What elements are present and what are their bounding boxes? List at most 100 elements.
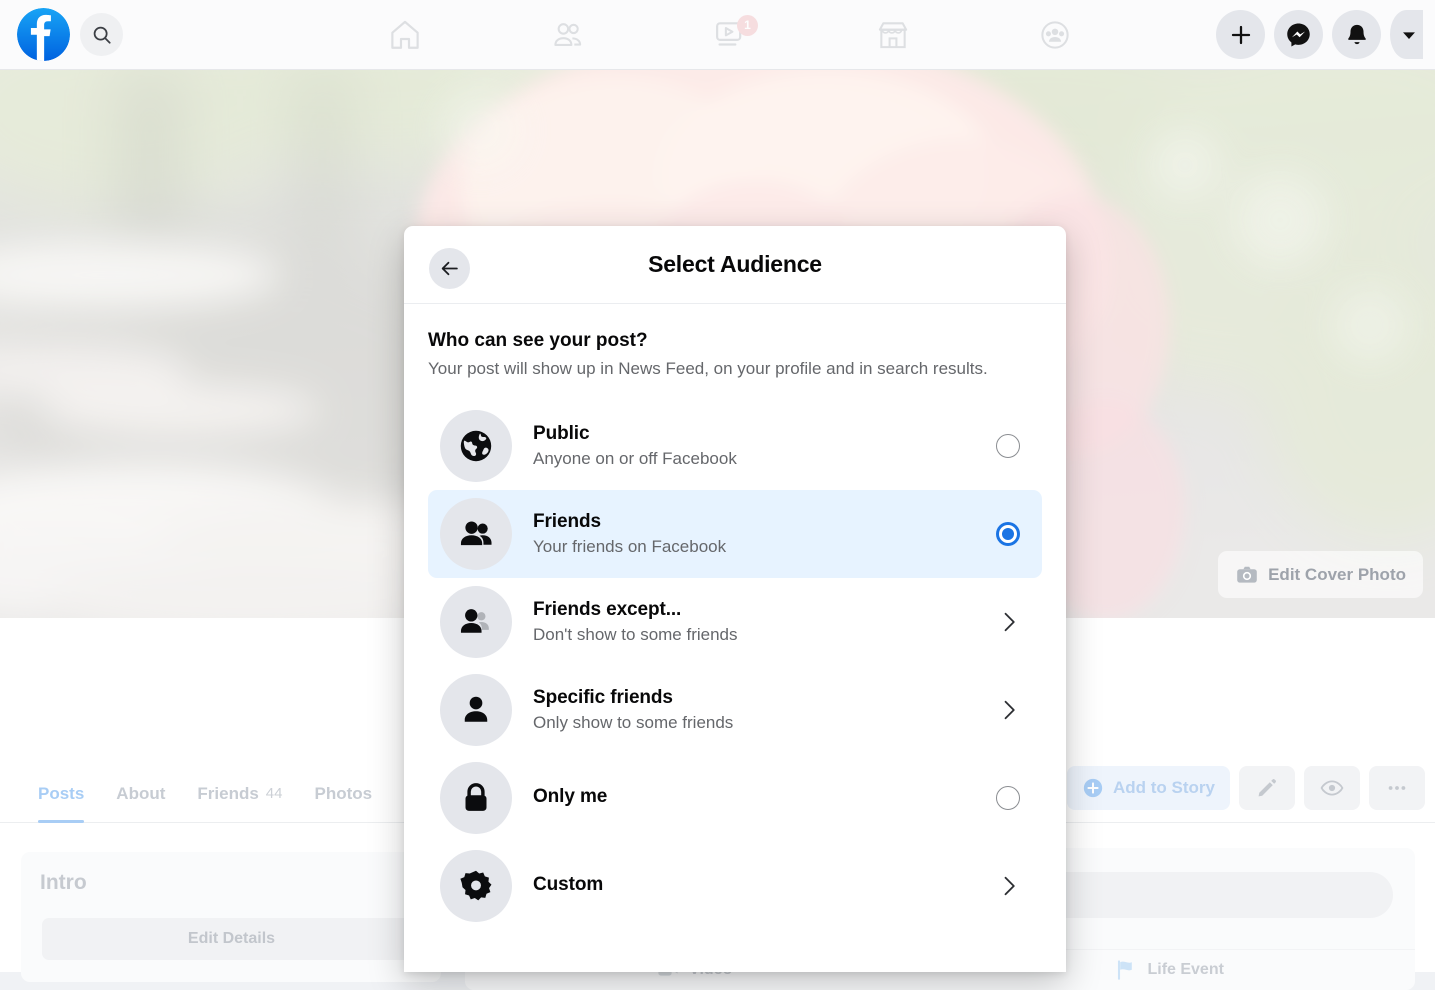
nav-left-group [0, 8, 123, 61]
dialog-title: Select Audience [648, 251, 822, 277]
plus-icon [1231, 25, 1250, 44]
option-icon-wrap-friends-except [440, 586, 512, 658]
option-texts-only-me: Only me [533, 784, 996, 812]
option-label-only-me: Only me [533, 786, 608, 808]
option-texts-friends-except: Friends except... Don't show to some fri… [533, 597, 996, 648]
option-label-specific-friends: Specific friends [533, 686, 673, 708]
nav-tab-watch[interactable]: 1 [675, 7, 785, 63]
audience-option-specific-friends[interactable]: Specific friends Only show to some frien… [428, 666, 1042, 754]
option-radio-public[interactable] [996, 434, 1020, 458]
nav-tab-groups[interactable] [1000, 7, 1110, 63]
option-icon-wrap-public [440, 410, 512, 482]
option-icon-wrap-friends [440, 498, 512, 570]
option-chevron-friends-except[interactable] [996, 609, 1022, 635]
facebook-logo[interactable] [17, 8, 70, 61]
chevron-right-icon [1004, 700, 1015, 720]
option-label-friends: Friends [533, 510, 601, 532]
chevron-right-icon [1004, 612, 1015, 632]
option-radio-only-me[interactable] [996, 786, 1020, 810]
nav-tab-friends[interactable] [513, 7, 623, 63]
composer-action-life-event[interactable]: Life Event [1114, 958, 1224, 982]
camera-icon [1237, 566, 1257, 583]
audience-option-only-me[interactable]: Only me [428, 754, 1042, 842]
friends-icon [460, 521, 492, 546]
option-texts-custom: Custom [533, 872, 996, 900]
edit-details-button[interactable]: Edit Details [42, 918, 421, 960]
more-options-button[interactable] [1369, 766, 1425, 810]
option-label-friends-except: Friends except... [533, 598, 682, 620]
gear-icon [460, 870, 492, 901]
arrow-left-icon [441, 261, 458, 276]
bell-icon [1347, 24, 1366, 44]
profile-tab-photos[interactable]: Photos [298, 765, 388, 823]
edit-profile-button[interactable] [1239, 766, 1295, 810]
globe-icon [460, 430, 492, 462]
option-label-public: Public [533, 422, 590, 444]
add-to-story-button[interactable]: Add to Story [1067, 766, 1230, 810]
audience-option-friends[interactable]: Friends Your friends on Facebook [428, 490, 1042, 578]
option-chevron-custom[interactable] [996, 873, 1022, 899]
marketplace-icon [878, 21, 907, 48]
audience-option-public[interactable]: Public Anyone on or off Facebook [428, 402, 1042, 490]
watch-badge: 1 [737, 14, 758, 36]
option-icon-wrap-only-me [440, 762, 512, 834]
dialog-body: Who can see your post? Your post will sh… [404, 304, 1066, 930]
groups-icon [1041, 20, 1069, 49]
option-radio-friends[interactable] [996, 522, 1020, 546]
nav-tab-marketplace[interactable] [838, 7, 948, 63]
audience-option-custom[interactable]: Custom [428, 842, 1042, 930]
messenger-icon [1287, 23, 1310, 47]
flag-icon [1118, 959, 1133, 980]
edit-cover-photo-label: Edit Cover Photo [1268, 564, 1406, 584]
dialog-header: Select Audience [404, 226, 1066, 304]
account-menu-button[interactable] [1390, 10, 1423, 59]
friends-except-icon [460, 609, 489, 633]
person-icon [464, 696, 488, 722]
chevron-right-icon [1004, 876, 1015, 896]
audience-question-description: Your post will show up in News Feed, on … [428, 359, 988, 378]
profile-action-buttons: Add to Story [1067, 766, 1425, 810]
intro-card: Intro Edit Details [21, 852, 441, 982]
option-desc-friends-except: Don't show to some friends [533, 625, 738, 645]
view-as-button[interactable] [1304, 766, 1360, 810]
add-to-story-label: Add to Story [1113, 778, 1215, 797]
option-icon-wrap-custom [440, 850, 512, 922]
option-label-custom: Custom [533, 874, 604, 896]
profile-tab-posts[interactable]: Posts [22, 765, 100, 823]
option-chevron-specific-friends[interactable] [996, 697, 1022, 723]
option-texts-public: Public Anyone on or off Facebook [533, 421, 996, 472]
option-desc-public: Anyone on or off Facebook [533, 449, 737, 469]
nav-main-tabs: 1 [350, 0, 1110, 69]
notifications-button[interactable] [1332, 10, 1381, 59]
audience-question-title: Who can see your post? [428, 330, 648, 351]
pencil-icon [1258, 779, 1276, 797]
dialog-back-button[interactable] [429, 248, 470, 289]
search-button[interactable] [80, 13, 123, 56]
profile-tab-about-label: About [116, 783, 166, 803]
intro-title: Intro [40, 871, 87, 894]
chevron-down-icon [1403, 31, 1415, 39]
nav-tab-home[interactable] [350, 7, 460, 63]
top-navigation-bar: 1 [0, 0, 1435, 70]
audience-option-friends-except[interactable]: Friends except... Don't show to some fri… [428, 578, 1042, 666]
messenger-button[interactable] [1274, 10, 1323, 59]
composer-action-life-event-label: Life Event [1147, 960, 1224, 978]
nav-right-group [1216, 0, 1423, 69]
profile-tab-about[interactable]: About [100, 765, 181, 823]
friends-icon [553, 22, 581, 46]
profile-tab-friends-label: Friends [197, 783, 259, 803]
search-icon [93, 26, 111, 44]
eye-icon [1320, 780, 1344, 796]
ellipsis-icon [1388, 786, 1406, 790]
profile-tab-friends-count: 44 [265, 785, 283, 802]
option-texts-friends: Friends Your friends on Facebook [533, 509, 996, 560]
edit-cover-photo-button[interactable]: Edit Cover Photo [1218, 551, 1423, 598]
profile-tab-photos-label: Photos [314, 783, 373, 803]
option-texts-specific-friends: Specific friends Only show to some frien… [533, 685, 996, 736]
profile-tab-friends[interactable]: Friends 44 [181, 765, 298, 823]
option-desc-specific-friends: Only show to some friends [533, 713, 734, 733]
plus-circle-icon [1083, 778, 1103, 798]
option-desc-friends: Your friends on Facebook [533, 537, 727, 557]
option-icon-wrap-specific-friends [440, 674, 512, 746]
create-button[interactable] [1216, 10, 1265, 59]
